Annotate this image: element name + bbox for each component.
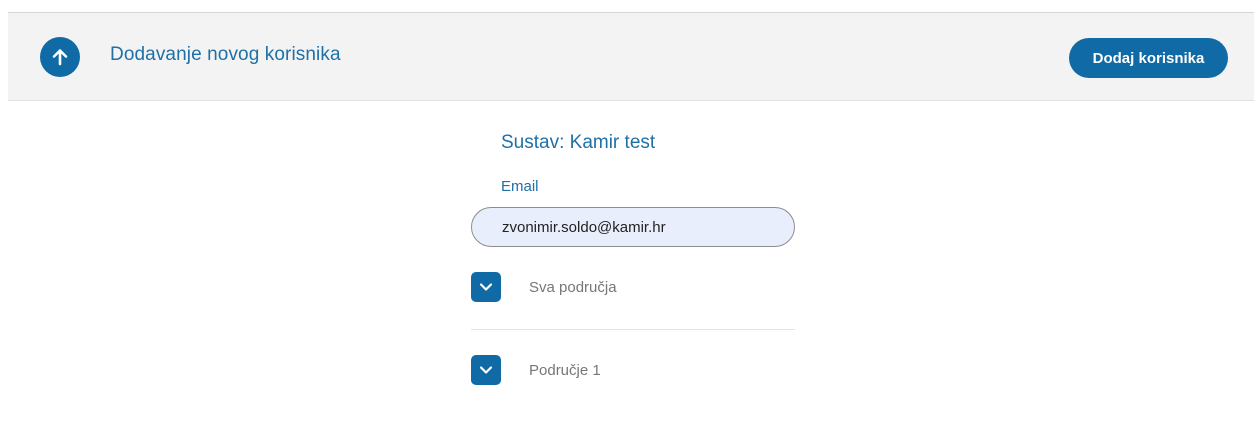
area-label: Područje 1 [529, 362, 601, 379]
add-user-button[interactable]: Dodaj korisnika [1069, 38, 1228, 78]
area-item-1: Područje 1 [471, 355, 795, 385]
page-header: Dodavanje novog korisnika Dodaj korisnik… [8, 12, 1254, 101]
back-up-button[interactable] [40, 37, 80, 77]
email-label: Email [501, 178, 539, 195]
system-title: Sustav: Kamir test [501, 132, 656, 153]
divider [471, 329, 795, 330]
expand-area-1-button[interactable] [471, 355, 501, 385]
area-item-all: Sva područja [471, 272, 795, 302]
expand-all-areas-button[interactable] [471, 272, 501, 302]
arrow-up-icon [52, 49, 68, 66]
chevron-down-icon [479, 366, 493, 374]
chevron-down-icon [479, 283, 493, 291]
area-label: Sva područja [529, 279, 617, 296]
email-field[interactable] [471, 207, 795, 247]
page-title: Dodavanje novog korisnika [110, 44, 341, 65]
